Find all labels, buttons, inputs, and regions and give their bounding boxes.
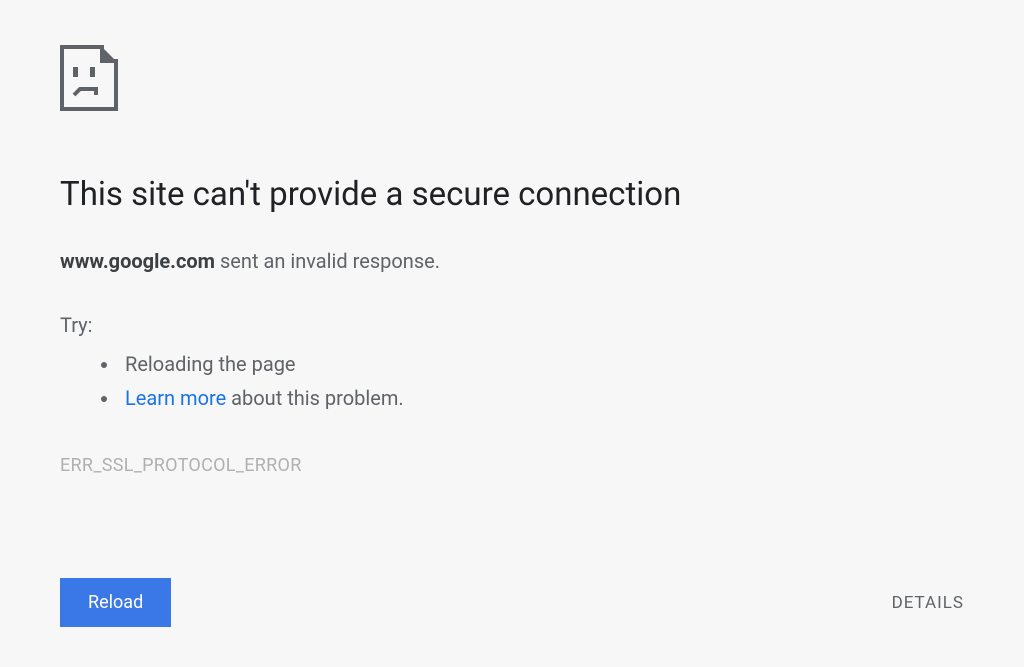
learn-more-rest: about this problem.: [226, 386, 403, 410]
suggestion-reload: Reloading the page: [120, 347, 964, 381]
suggestion-list: Reloading the page Learn more about this…: [120, 347, 964, 415]
reload-button[interactable]: Reload: [60, 578, 171, 627]
sad-page-icon: [60, 45, 964, 115]
button-row: Reload DETAILS: [60, 578, 964, 627]
details-button[interactable]: DETAILS: [892, 593, 964, 613]
learn-more-link[interactable]: Learn more: [125, 386, 226, 410]
suggestion-learn-more: Learn more about this problem.: [120, 381, 964, 415]
error-host: www.google.com: [60, 249, 215, 273]
error-host-message: sent an invalid response.: [215, 249, 440, 273]
error-heading: This site can't provide a secure connect…: [60, 175, 964, 214]
error-subtitle: www.google.com sent an invalid response.: [60, 249, 964, 273]
try-label: Try:: [60, 313, 964, 337]
error-code: ERR_SSL_PROTOCOL_ERROR: [60, 455, 964, 476]
